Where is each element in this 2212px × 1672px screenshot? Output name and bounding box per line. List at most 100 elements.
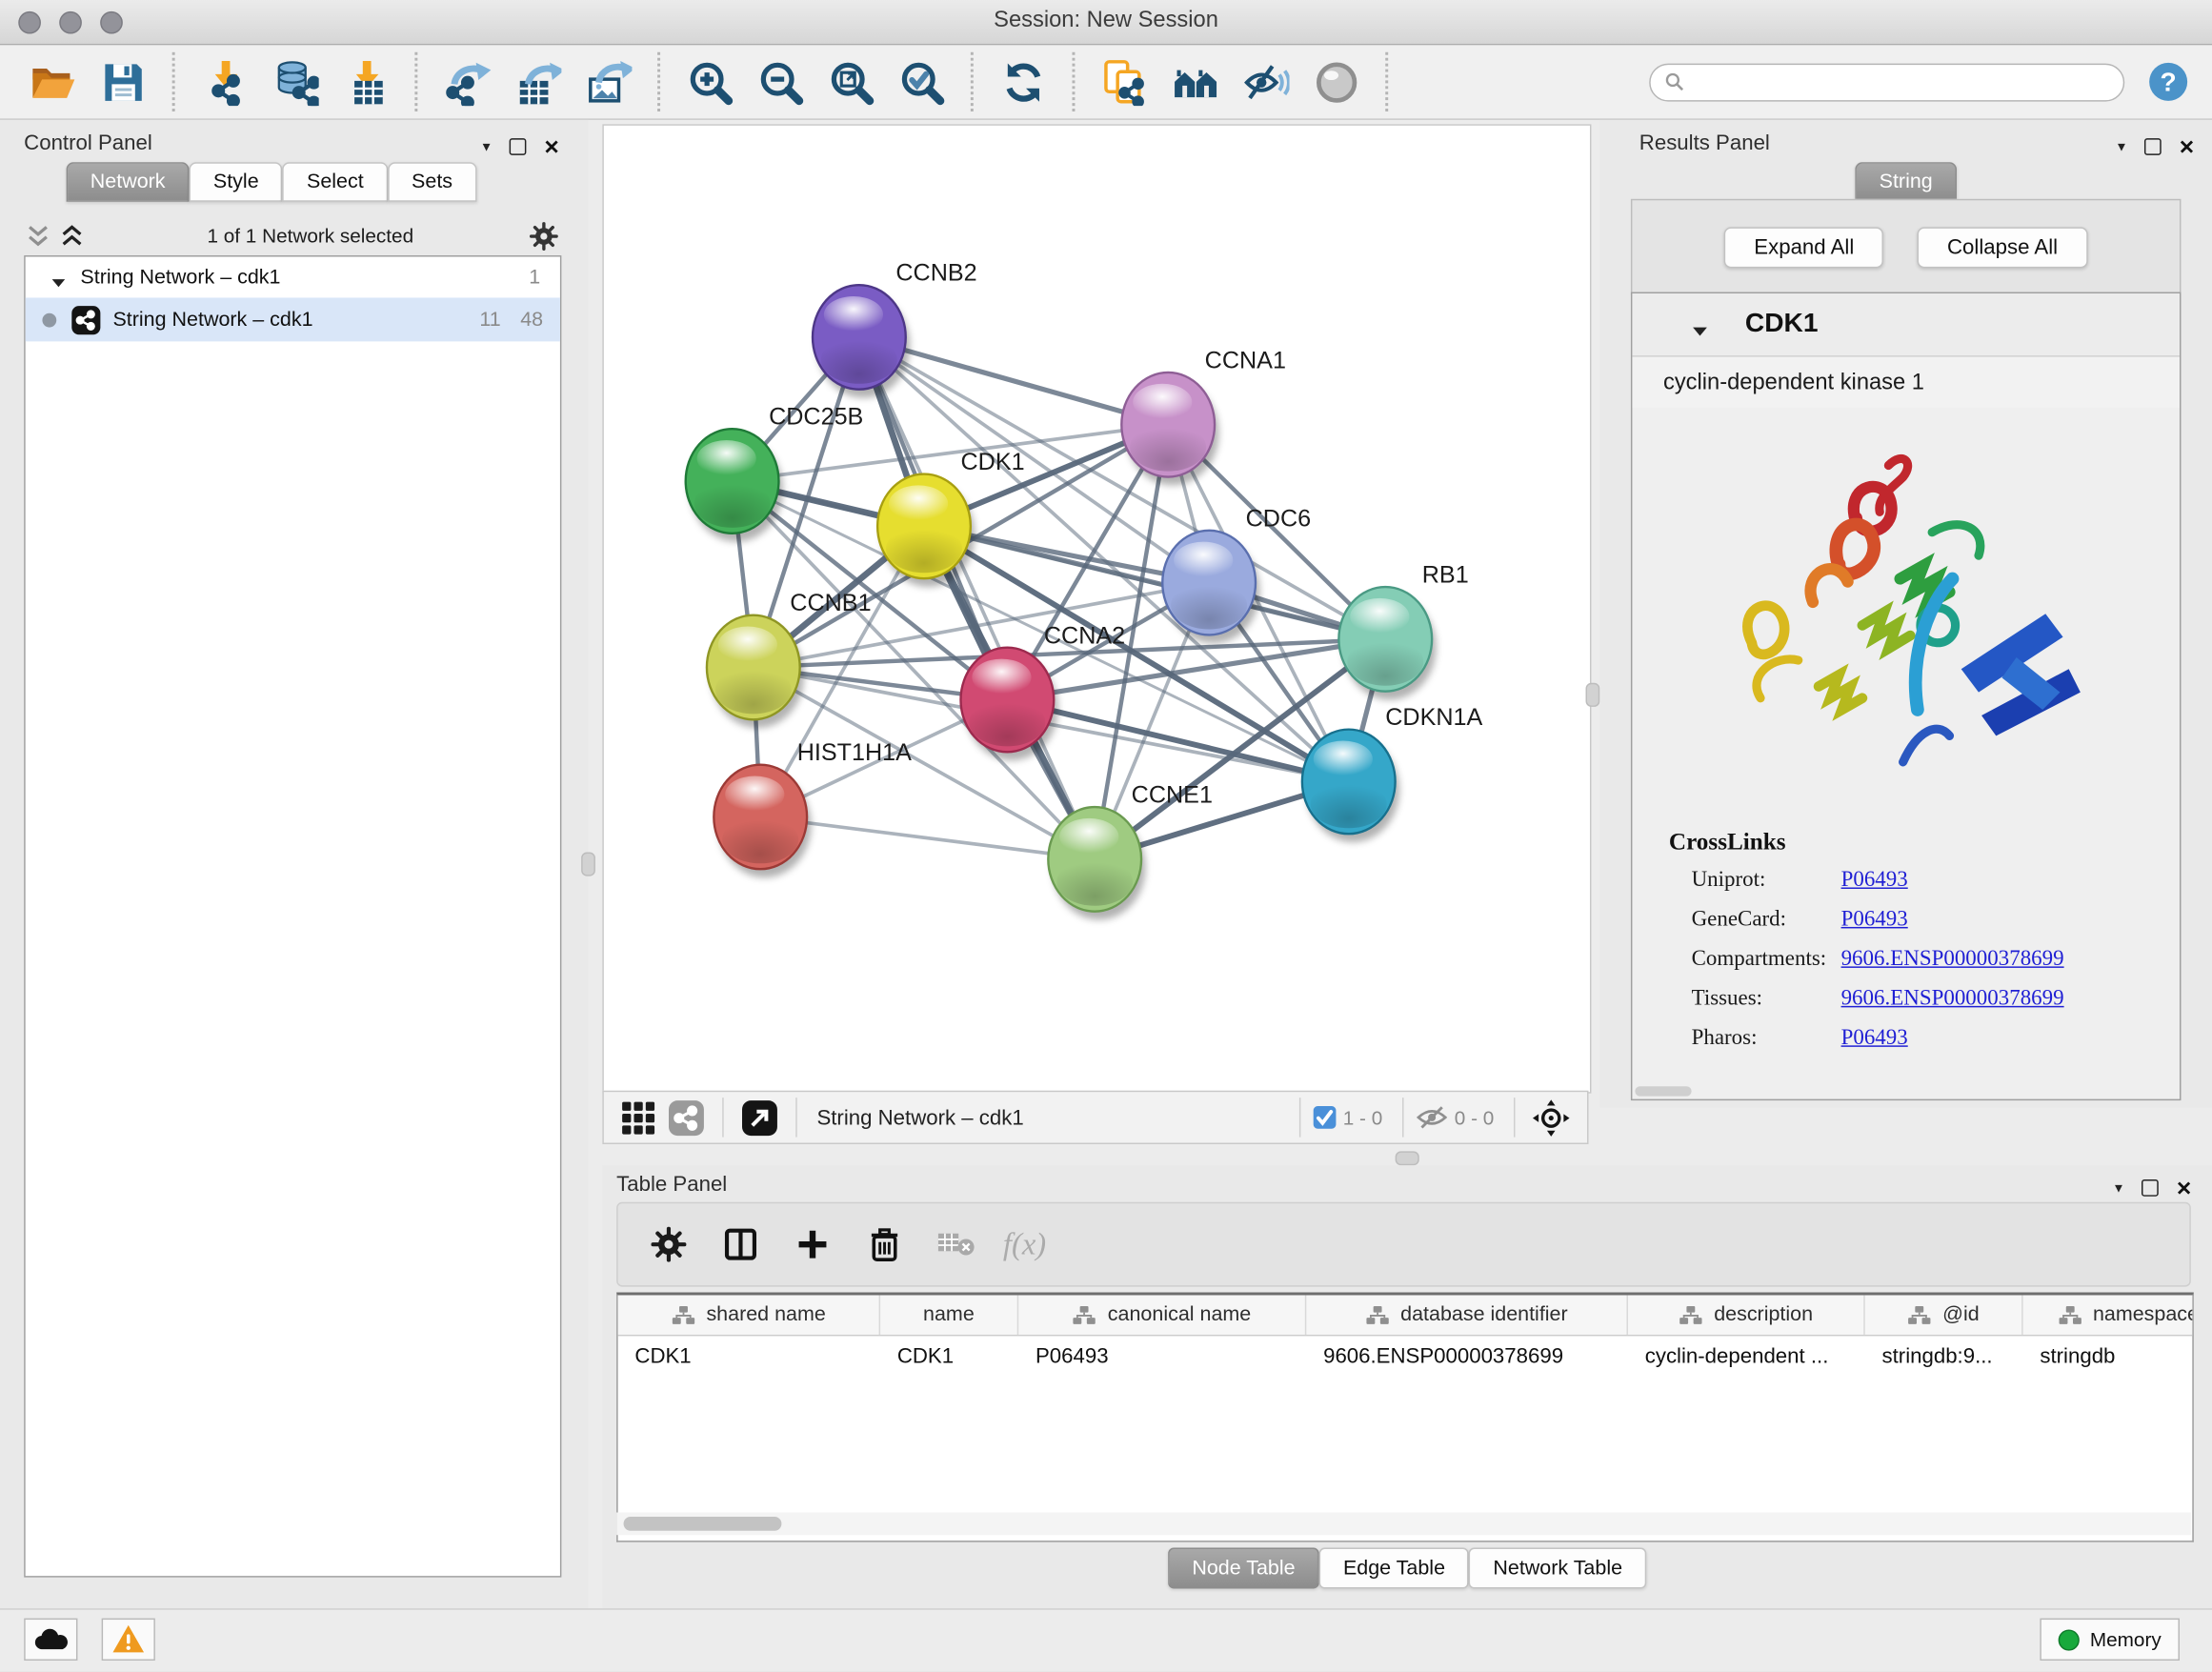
- column-header-at-id[interactable]: @id: [1865, 1295, 2023, 1334]
- tab-edge-table[interactable]: Edge Table: [1319, 1548, 1469, 1589]
- tab-string[interactable]: String: [1855, 162, 1956, 201]
- toolbar-separator: [414, 52, 417, 111]
- network-node-CCNE1[interactable]: CCNE1: [1048, 782, 1213, 920]
- results-panel-title: Results Panel: [1639, 131, 1770, 155]
- memory-button[interactable]: Memory: [2041, 1619, 2180, 1661]
- export-table-button[interactable]: [505, 50, 570, 114]
- table-tabs: Node TableEdge TableNetwork Table: [602, 1548, 2212, 1589]
- table-panel-menu-icon[interactable]: ▼: [2112, 1181, 2124, 1196]
- grid-icon: [621, 1099, 656, 1135]
- network-row-selected[interactable]: String Network – cdk1 11 48: [26, 297, 560, 341]
- first-neighbors-button[interactable]: [1162, 50, 1227, 114]
- control-panel-close-button[interactable]: ✕: [544, 140, 560, 154]
- network-node-CDK1[interactable]: CDK1: [877, 449, 1024, 587]
- collapse-all-button[interactable]: Collapse All: [1918, 227, 2087, 268]
- add-column-button[interactable]: [784, 1217, 840, 1273]
- hide-selection-button[interactable]: [1233, 50, 1297, 114]
- network-node-CDC25B[interactable]: CDC25B: [686, 404, 864, 542]
- tab-sets[interactable]: Sets: [388, 162, 476, 201]
- collapse-all-networks-button[interactable]: [24, 222, 52, 251]
- crosslink-link[interactable]: 9606.ENSP00000378699: [1841, 947, 2064, 973]
- detach-view-button[interactable]: [740, 1098, 778, 1137]
- selected-checkbox-icon[interactable]: [1312, 1105, 1337, 1131]
- expand-all-button[interactable]: Expand All: [1724, 227, 1883, 268]
- tab-network[interactable]: Network: [67, 162, 190, 201]
- crosslink-link[interactable]: 9606.ENSP00000378699: [1841, 986, 2064, 1012]
- table-panel-float-button[interactable]: [2142, 1179, 2159, 1197]
- left-splitter-handle[interactable]: [581, 852, 595, 876]
- column-header-database-identifier[interactable]: database identifier: [1306, 1295, 1628, 1334]
- tab-network-table[interactable]: Network Table: [1469, 1548, 1646, 1589]
- warnings-button[interactable]: [102, 1619, 155, 1661]
- network-collection-row[interactable]: String Network – cdk1 1: [26, 257, 560, 298]
- help-button[interactable]: ?: [2147, 61, 2189, 103]
- network-canvas[interactable]: CCNB2 CCNA1 CDC25B CDK1 CDC6 RB1: [602, 124, 1591, 1093]
- column-header-shared-name[interactable]: shared name: [618, 1295, 880, 1334]
- table-scrollbar-thumb[interactable]: [624, 1517, 782, 1531]
- search-field[interactable]: [1649, 63, 2124, 101]
- collection-expander-icon[interactable]: [50, 272, 66, 283]
- zoom-in-button[interactable]: [677, 50, 742, 114]
- network-share-view-button[interactable]: [667, 1098, 705, 1137]
- column-header-canonical-name[interactable]: canonical name: [1018, 1295, 1306, 1334]
- import-network-from-file-button[interactable]: [191, 50, 256, 114]
- save-session-button[interactable]: [90, 50, 155, 114]
- network-node-RB1[interactable]: RB1: [1338, 562, 1468, 700]
- show-all-button[interactable]: [1303, 50, 1368, 114]
- toolbar-separator: [172, 52, 175, 111]
- crosslink-link[interactable]: P06493: [1841, 1026, 1908, 1052]
- bottom-splitter-handle[interactable]: [1396, 1151, 1419, 1165]
- table-cell: stringdb: [2023, 1336, 2194, 1377]
- crosslink-link[interactable]: P06493: [1841, 868, 1908, 894]
- protein-entry-header[interactable]: CDK1: [1632, 293, 2180, 357]
- column-type-icon: [1907, 1304, 1931, 1325]
- tab-select[interactable]: Select: [283, 162, 388, 201]
- collection-label: String Network – cdk1: [80, 266, 280, 289]
- column-header-namespace[interactable]: namespace: [2023, 1295, 2194, 1334]
- right-splitter-handle[interactable]: [1586, 683, 1600, 707]
- results-panel-close-button[interactable]: ✕: [2179, 140, 2195, 154]
- results-scrollbar-thumb[interactable]: [1635, 1086, 1691, 1096]
- open-session-button[interactable]: [20, 50, 85, 114]
- search-input[interactable]: [1693, 70, 2109, 93]
- tab-style[interactable]: Style: [190, 162, 283, 201]
- table-panel-close-button[interactable]: ✕: [2176, 1181, 2192, 1196]
- results-panel-float-button[interactable]: [2144, 138, 2162, 155]
- window-title: Session: New Session: [0, 9, 2212, 34]
- export-image-button[interactable]: [575, 50, 640, 114]
- birds-eye-view-button[interactable]: [1532, 1098, 1570, 1137]
- network-node-CCNB1[interactable]: CCNB1: [707, 590, 872, 728]
- control-panel-menu-icon[interactable]: ▼: [480, 140, 493, 154]
- network-node-CDKN1A[interactable]: CDKN1A: [1302, 704, 1483, 842]
- protein-entry-expander-icon[interactable]: [1692, 318, 1709, 331]
- show-columns-button[interactable]: [713, 1217, 769, 1273]
- delete-column-button[interactable]: [856, 1217, 913, 1273]
- import-network-from-database-button[interactable]: [262, 50, 327, 114]
- network-edge[interactable]: [859, 337, 1095, 859]
- cloud-button[interactable]: [24, 1619, 77, 1661]
- network-list-options-gear-icon[interactable]: [529, 221, 558, 251]
- network-node-CCNA1[interactable]: CCNA1: [1121, 348, 1286, 486]
- grid-view-button[interactable]: [621, 1099, 656, 1135]
- import-table-from-file-button[interactable]: [332, 50, 397, 114]
- fit-content-button[interactable]: [818, 50, 883, 114]
- create-network-from-selection-button[interactable]: [1092, 50, 1156, 114]
- control-panel-float-button[interactable]: [510, 138, 527, 155]
- network-node-HIST1H1A[interactable]: HIST1H1A: [714, 739, 912, 877]
- zoom-selected-button[interactable]: [889, 50, 954, 114]
- refresh-view-button[interactable]: [991, 50, 1056, 114]
- results-panel-menu-icon[interactable]: ▼: [2115, 140, 2127, 154]
- column-header-description[interactable]: description: [1628, 1295, 1865, 1334]
- table-row[interactable]: CDK1CDK1P064939606.ENSP00000378699cyclin…: [618, 1336, 2193, 1377]
- export-network-button[interactable]: [434, 50, 499, 114]
- tab-node-table[interactable]: Node Table: [1168, 1548, 1319, 1589]
- network-node-CCNB2[interactable]: CCNB2: [813, 260, 977, 398]
- table-options-gear-button[interactable]: [640, 1217, 696, 1273]
- zoom-out-button[interactable]: [748, 50, 813, 114]
- delete-table-button[interactable]: [928, 1217, 984, 1273]
- crosslink-link[interactable]: P06493: [1841, 907, 1908, 933]
- expand-all-networks-button[interactable]: [58, 222, 87, 251]
- column-header-name[interactable]: name: [880, 1295, 1018, 1334]
- hidden-eye-icon[interactable]: [1415, 1105, 1449, 1131]
- function-builder-button[interactable]: f(x): [1003, 1226, 1046, 1263]
